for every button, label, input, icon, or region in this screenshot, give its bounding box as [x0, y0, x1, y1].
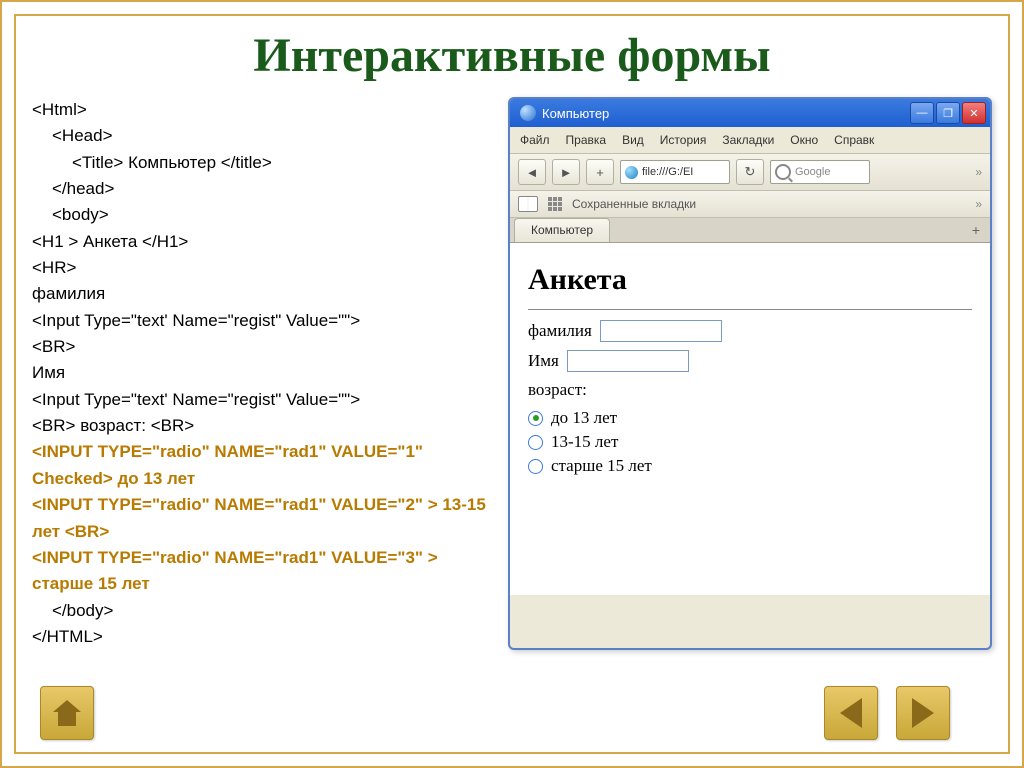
next-slide-button[interactable] — [896, 686, 950, 740]
search-icon — [775, 164, 791, 180]
prev-slide-button[interactable] — [824, 686, 878, 740]
slide-inner-border — [14, 14, 1010, 754]
nav-home-group — [40, 686, 94, 740]
nav-arrow-group — [824, 686, 950, 740]
arrow-right-icon — [912, 698, 934, 728]
slide: Интерактивные формы <Html><Head><Title> … — [0, 0, 1024, 768]
arrow-left-icon — [840, 698, 862, 728]
home-icon — [53, 700, 81, 726]
home-button[interactable] — [40, 686, 94, 740]
